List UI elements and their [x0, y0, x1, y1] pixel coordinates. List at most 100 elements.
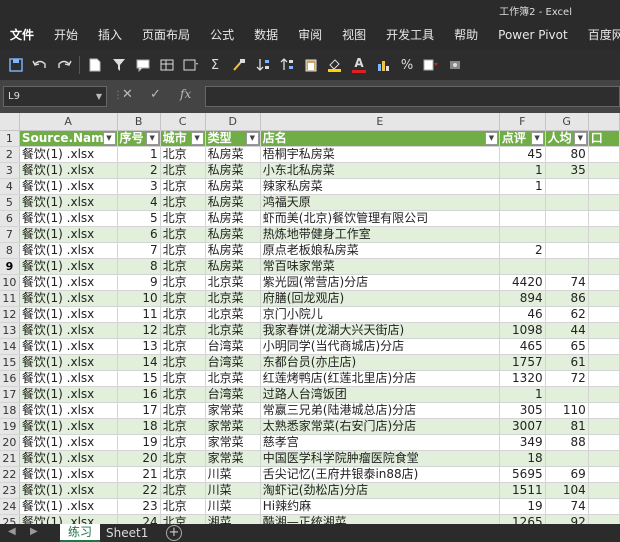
cell-type[interactable]: 台湾菜 — [205, 354, 261, 371]
new-document-icon[interactable] — [83, 54, 107, 76]
cell-empty[interactable] — [588, 450, 620, 467]
row-header[interactable]: 10 — [0, 274, 20, 291]
cell-name[interactable]: 紫光园(常营店)分店 — [260, 274, 500, 291]
cell-empty[interactable] — [588, 354, 620, 371]
cell-avg[interactable] — [545, 210, 589, 227]
cell-src[interactable]: 餐饮(1) .xlsx — [19, 226, 118, 243]
cell-no[interactable]: 7 — [117, 242, 161, 259]
row-header[interactable]: 4 — [0, 178, 20, 195]
cell-src[interactable]: 餐饮(1) .xlsx — [19, 370, 118, 387]
cell-src[interactable]: 餐饮(1) .xlsx — [19, 258, 118, 275]
cell-avg[interactable]: 65 — [545, 338, 589, 355]
cell-avg[interactable]: 110 — [545, 402, 589, 419]
ribbon-tab[interactable]: 审阅 — [288, 20, 332, 50]
cell-empty[interactable] — [588, 514, 620, 524]
cell-reviews[interactable]: 1320 — [499, 370, 546, 387]
cell-name[interactable]: 京门小院儿 — [260, 306, 500, 323]
cell-reviews[interactable]: 349 — [499, 434, 546, 451]
cell-type[interactable]: 川菜 — [205, 498, 261, 515]
column-header[interactable]: E — [260, 113, 500, 131]
cell-city[interactable]: 北京 — [160, 466, 206, 483]
cell-src[interactable]: 餐饮(1) .xlsx — [19, 466, 118, 483]
cell-type[interactable]: 北京菜 — [205, 322, 261, 339]
row-header[interactable]: 22 — [0, 466, 20, 483]
cell-reviews[interactable] — [499, 210, 546, 227]
cell-city[interactable]: 北京 — [160, 386, 206, 403]
row-header[interactable]: 16 — [0, 370, 20, 387]
cell-src[interactable]: 餐饮(1) .xlsx — [19, 210, 118, 227]
autosum-icon[interactable]: Σ — [203, 54, 227, 76]
cell-name[interactable]: 热炼地带健身工作室 — [260, 226, 500, 243]
cell-empty[interactable] — [588, 242, 620, 259]
cell-name[interactable]: 慈孝宫 — [260, 434, 500, 451]
cell-avg[interactable] — [545, 258, 589, 275]
row-header[interactable]: 11 — [0, 290, 20, 307]
cell-no[interactable]: 6 — [117, 226, 161, 243]
cell-empty[interactable] — [588, 258, 620, 275]
add-sheet-button[interactable]: + — [166, 525, 182, 541]
filter-dropdown-icon[interactable]: ▼ — [190, 131, 204, 145]
cell-city[interactable]: 北京 — [160, 242, 206, 259]
cell-src[interactable]: 餐饮(1) .xlsx — [19, 338, 118, 355]
cell-avg[interactable] — [545, 226, 589, 243]
sort-descending-icon[interactable] — [275, 54, 299, 76]
cell-no[interactable]: 16 — [117, 386, 161, 403]
cell-name[interactable]: 原点老板娘私房菜 — [260, 242, 500, 259]
cell-type[interactable]: 家常菜 — [205, 450, 261, 467]
cell-src[interactable]: 餐饮(1) .xlsx — [19, 194, 118, 211]
cell-city[interactable]: 北京 — [160, 306, 206, 323]
cell-avg[interactable]: 92 — [545, 514, 589, 524]
cell-src[interactable]: 餐饮(1) .xlsx — [19, 354, 118, 371]
column-header[interactable]: D — [205, 113, 261, 131]
cell-reviews[interactable] — [499, 226, 546, 243]
cell-city[interactable]: 北京 — [160, 402, 206, 419]
cell-src[interactable]: 餐饮(1) .xlsx — [19, 162, 118, 179]
cell-avg[interactable]: 88 — [545, 434, 589, 451]
cell-empty[interactable] — [588, 178, 620, 195]
cell-avg[interactable]: 86 — [545, 290, 589, 307]
cell-type[interactable]: 私房菜 — [205, 226, 261, 243]
cell-reviews[interactable]: 18 — [499, 450, 546, 467]
row-header[interactable]: 24 — [0, 498, 20, 515]
fill-color-icon[interactable] — [323, 54, 347, 76]
ribbon-tab[interactable]: 开始 — [44, 20, 88, 50]
cell-name[interactable]: 中国医学科学院肿瘤医院食堂 — [260, 450, 500, 467]
cell-name[interactable]: 红莲烤鸭店(红莲北里店)分店 — [260, 370, 500, 387]
cell-avg[interactable] — [545, 178, 589, 195]
camera-icon[interactable] — [443, 54, 467, 76]
cell-reviews[interactable]: 1 — [499, 162, 546, 179]
row-header[interactable]: 13 — [0, 322, 20, 339]
cell-name[interactable]: 虾而美(北京)餐饮管理有限公司 — [260, 210, 500, 227]
next-sheet-icon[interactable]: ▶ — [30, 526, 38, 537]
cell-type[interactable]: 台湾菜 — [205, 338, 261, 355]
undo-icon[interactable] — [28, 54, 52, 76]
cell-reviews[interactable]: 894 — [499, 290, 546, 307]
row-header[interactable]: 9 — [0, 258, 20, 275]
row-header[interactable]: 12 — [0, 306, 20, 323]
cell-no[interactable]: 1 — [117, 146, 161, 163]
cell-reviews[interactable]: 3007 — [499, 418, 546, 435]
cell-city[interactable]: 北京 — [160, 322, 206, 339]
cell-no[interactable]: 3 — [117, 178, 161, 195]
cell-avg[interactable]: 61 — [545, 354, 589, 371]
insert-function-icon[interactable]: fx — [180, 87, 191, 101]
cell-empty[interactable] — [588, 434, 620, 451]
cell-type[interactable]: 台湾菜 — [205, 386, 261, 403]
cell-empty[interactable] — [588, 274, 620, 291]
column-header[interactable]: B — [117, 113, 161, 131]
cell-city[interactable]: 北京 — [160, 194, 206, 211]
cell-no[interactable]: 11 — [117, 306, 161, 323]
cell-type[interactable]: 家常菜 — [205, 402, 261, 419]
cell-no[interactable]: 22 — [117, 482, 161, 499]
cell-src[interactable]: 餐饮(1) .xlsx — [19, 402, 118, 419]
cell-no[interactable]: 12 — [117, 322, 161, 339]
row-header[interactable]: 23 — [0, 482, 20, 499]
cell-empty[interactable] — [588, 386, 620, 403]
cell-reviews[interactable]: 4420 — [499, 274, 546, 291]
cell-empty[interactable] — [588, 466, 620, 483]
cell-src[interactable]: 餐饮(1) .xlsx — [19, 146, 118, 163]
cell-avg[interactable]: 72 — [545, 370, 589, 387]
row-header[interactable]: 18 — [0, 402, 20, 419]
header-cell[interactable]: Source.Name ▼ — [19, 130, 118, 147]
cell-reviews[interactable]: 45 — [499, 146, 546, 163]
